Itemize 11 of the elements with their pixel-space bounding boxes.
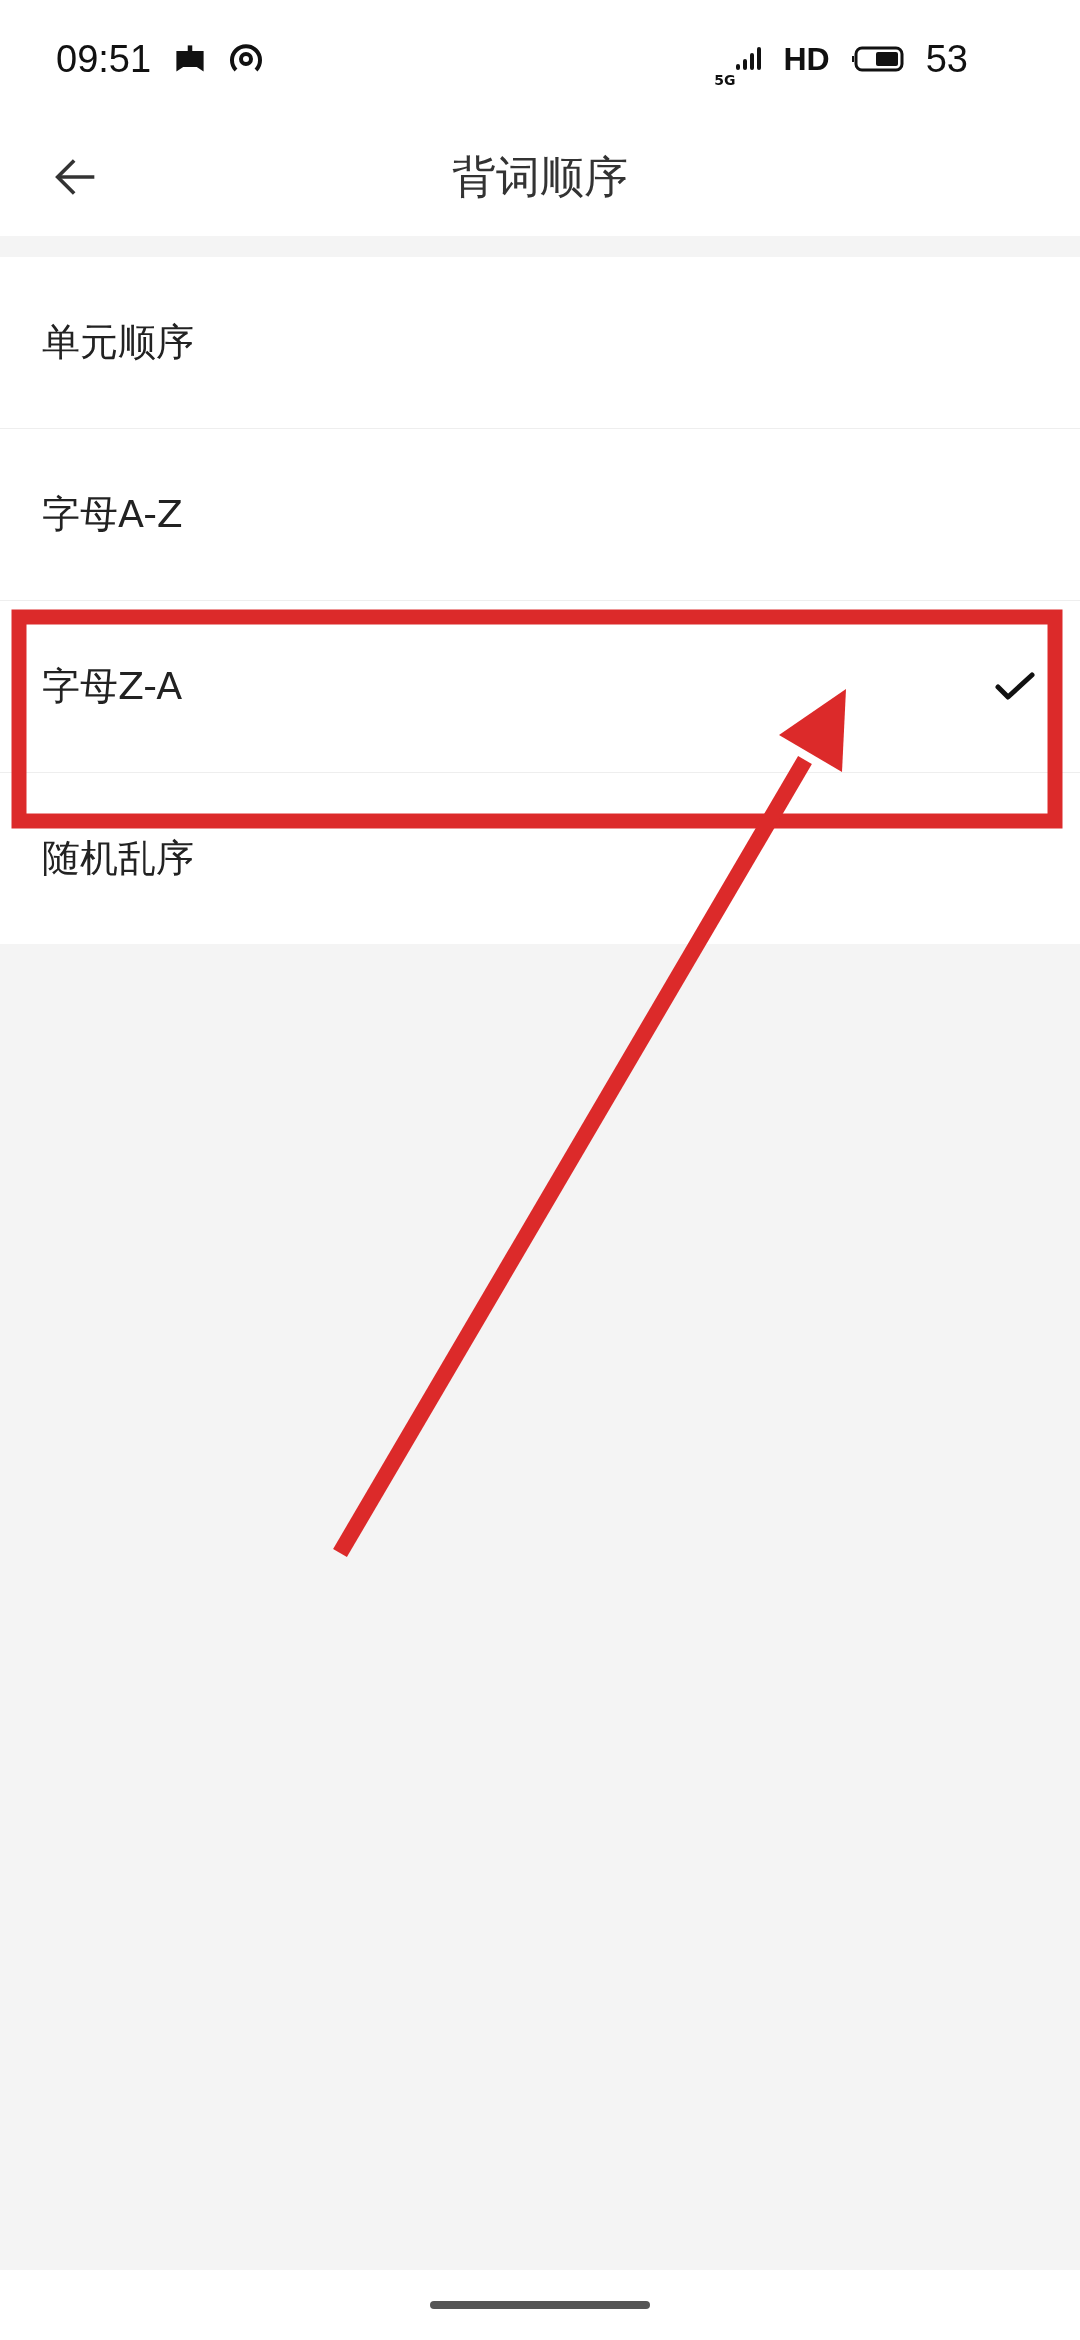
checkmark-icon — [995, 671, 1035, 702]
network-label: 5G — [714, 72, 736, 88]
order-option[interactable]: 单元顺序 — [0, 257, 1080, 429]
battery-icon — [851, 46, 904, 72]
signal-icon — [735, 46, 762, 72]
order-option[interactable]: 字母A-Z — [0, 429, 1080, 601]
battery-level: 53 — [925, 37, 968, 81]
status-time: 09:51 — [56, 37, 152, 81]
page-title: 背词顺序 — [452, 149, 628, 204]
order-option[interactable]: 随机乱序 — [0, 773, 1080, 944]
hd-label: HD — [783, 40, 830, 78]
